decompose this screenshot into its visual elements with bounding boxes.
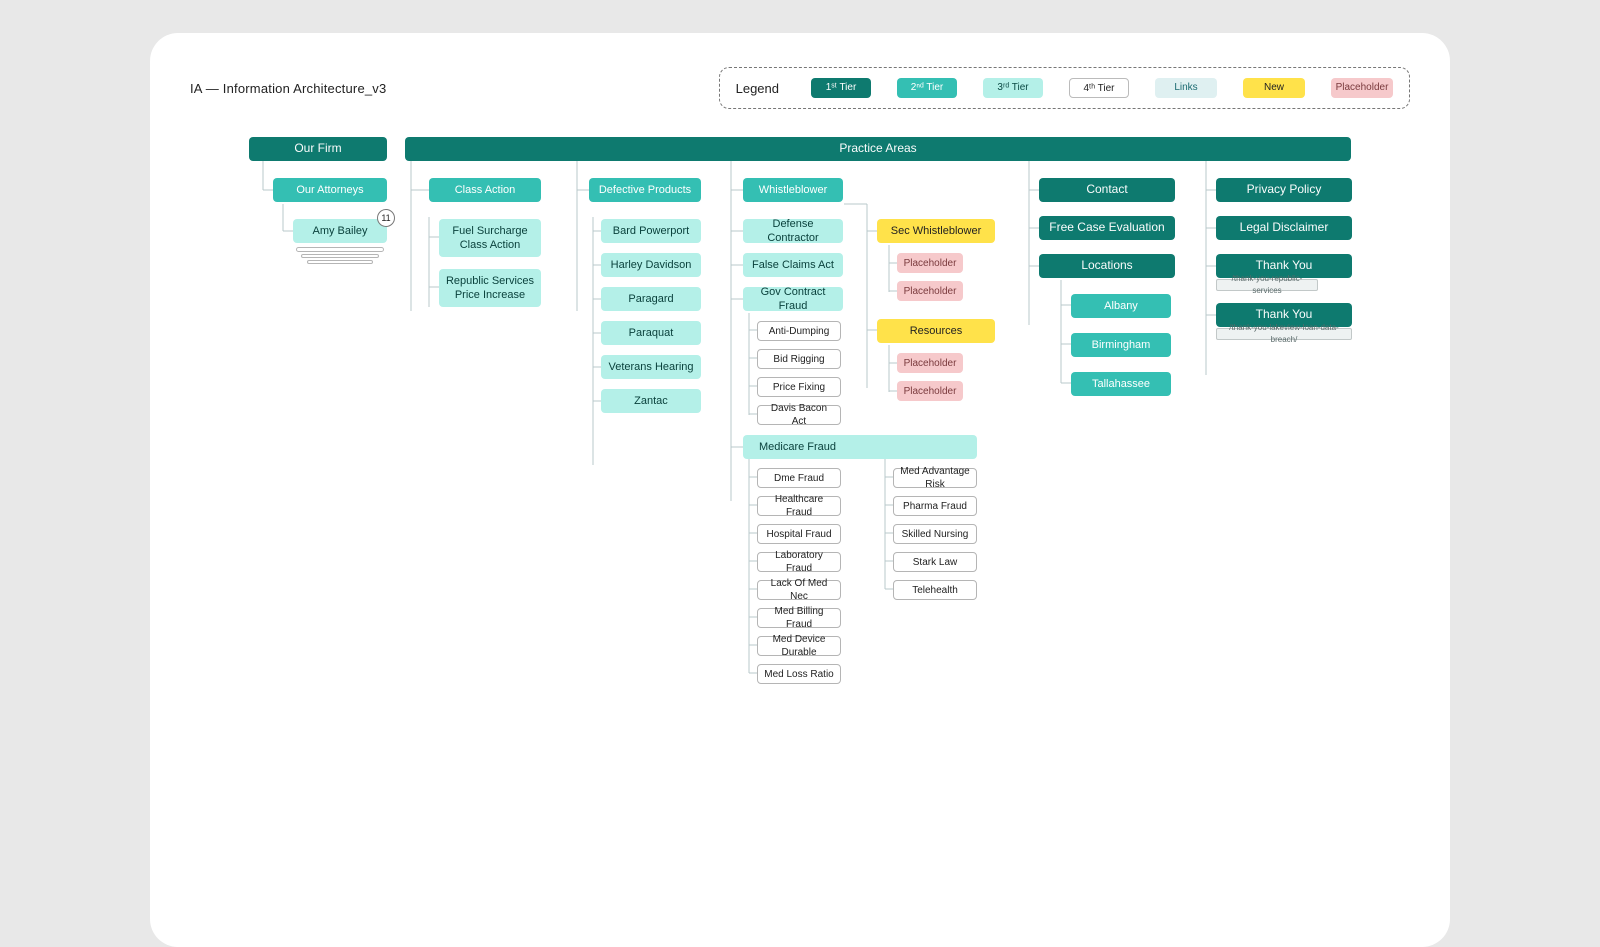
node-sec-ph2[interactable]: Placeholder xyxy=(897,281,963,301)
node-healthcare-fraud[interactable]: Healthcare Fraud xyxy=(757,496,841,516)
node-tallahassee[interactable]: Tallahassee xyxy=(1071,372,1171,396)
node-medicare-fraud[interactable]: Medicare Fraud xyxy=(743,435,977,459)
node-anti-dumping[interactable]: Anti-Dumping xyxy=(757,321,841,341)
note-thankyou1: /thank-you-republic-services xyxy=(1216,279,1318,291)
legend-new: New xyxy=(1243,78,1305,98)
node-dme-fraud[interactable]: Dme Fraud xyxy=(757,468,841,488)
node-pharma-fraud[interactable]: Pharma Fraud xyxy=(893,496,977,516)
node-whistleblower[interactable]: Whistleblower xyxy=(743,178,843,202)
node-med-device[interactable]: Med Device Durable xyxy=(757,636,841,656)
node-davis-bacon[interactable]: Davis Bacon Act xyxy=(757,405,841,425)
node-med-billing[interactable]: Med Billing Fraud xyxy=(757,608,841,628)
node-defense-contractor[interactable]: Defense Contractor xyxy=(743,219,843,243)
node-privacy[interactable]: Privacy Policy xyxy=(1216,178,1352,202)
node-veterans[interactable]: Veterans Hearing xyxy=(601,355,701,379)
node-stark-law[interactable]: Stark Law xyxy=(893,552,977,572)
legend-label: Legend xyxy=(736,81,779,96)
node-price-fixing[interactable]: Price Fixing xyxy=(757,377,841,397)
node-albany[interactable]: Albany xyxy=(1071,294,1171,318)
node-practice-areas[interactable]: Practice Areas xyxy=(405,137,1351,161)
node-bard[interactable]: Bard Powerport xyxy=(601,219,701,243)
node-resources[interactable]: Resources xyxy=(877,319,995,343)
legend-tier2: 2ⁿᵈ Tier xyxy=(897,78,957,98)
node-republic-services[interactable]: Republic Services Price Increase xyxy=(439,269,541,307)
node-hospital-fraud[interactable]: Hospital Fraud xyxy=(757,524,841,544)
node-amy-bailey[interactable]: Amy Bailey xyxy=(293,219,387,243)
page-title: IA — Information Architecture_v3 xyxy=(190,81,386,96)
node-zantac[interactable]: Zantac xyxy=(601,389,701,413)
node-disclaimer[interactable]: Legal Disclaimer xyxy=(1216,216,1352,240)
node-class-action[interactable]: Class Action xyxy=(429,178,541,202)
node-med-loss[interactable]: Med Loss Ratio xyxy=(757,664,841,684)
note-thankyou2: /thank-you-lakeview-loan-data-breach/ xyxy=(1216,328,1352,340)
legend-links: Links xyxy=(1155,78,1217,98)
node-lack-med-nec[interactable]: Lack Of Med Nec xyxy=(757,580,841,600)
badge-attorney-count: 11 xyxy=(377,209,395,227)
node-gov-fraud[interactable]: Gov Contract Fraud xyxy=(743,287,843,311)
node-med-advantage[interactable]: Med Advantage Risk xyxy=(893,468,977,488)
stack-decoration xyxy=(301,254,379,258)
node-harley[interactable]: Harley Davidson xyxy=(601,253,701,277)
node-telehealth[interactable]: Telehealth xyxy=(893,580,977,600)
legend-placeholder: Placeholder xyxy=(1331,78,1393,98)
legend-tier3: 3ʳᵈ Tier xyxy=(983,78,1043,98)
ia-chart: Our Firm Practice Areas Our Attorneys Am… xyxy=(249,137,1351,857)
node-res-ph2[interactable]: Placeholder xyxy=(897,381,963,401)
legend-tier1: 1ˢᵗ Tier xyxy=(811,78,871,98)
legend-box: Legend 1ˢᵗ Tier 2ⁿᵈ Tier 3ʳᵈ Tier 4ᵗʰ Ti… xyxy=(719,67,1410,109)
node-bid-rigging[interactable]: Bid Rigging xyxy=(757,349,841,369)
node-paraquat[interactable]: Paraquat xyxy=(601,321,701,345)
node-birmingham[interactable]: Birmingham xyxy=(1071,333,1171,357)
stack-decoration xyxy=(296,247,384,252)
node-false-claims[interactable]: False Claims Act xyxy=(743,253,843,277)
node-sec-whistleblower[interactable]: Sec Whistleblower xyxy=(877,219,995,243)
node-lab-fraud[interactable]: Laboratory Fraud xyxy=(757,552,841,572)
node-sec-ph1[interactable]: Placeholder xyxy=(897,253,963,273)
node-contact[interactable]: Contact xyxy=(1039,178,1175,202)
node-fuel-surcharge[interactable]: Fuel Surcharge Class Action xyxy=(439,219,541,257)
node-our-attorneys[interactable]: Our Attorneys xyxy=(273,178,387,202)
node-skilled-nursing[interactable]: Skilled Nursing xyxy=(893,524,977,544)
stack-decoration xyxy=(307,260,373,264)
node-locations[interactable]: Locations xyxy=(1039,254,1175,278)
node-free-case[interactable]: Free Case Evaluation xyxy=(1039,216,1175,240)
legend-tier4: 4ᵗʰ Tier xyxy=(1069,78,1129,98)
node-res-ph1[interactable]: Placeholder xyxy=(897,353,963,373)
node-our-firm[interactable]: Our Firm xyxy=(249,137,387,161)
node-paragard[interactable]: Paragard xyxy=(601,287,701,311)
canvas: IA — Information Architecture_v3 Legend … xyxy=(150,33,1450,947)
node-defective-products[interactable]: Defective Products xyxy=(589,178,701,202)
